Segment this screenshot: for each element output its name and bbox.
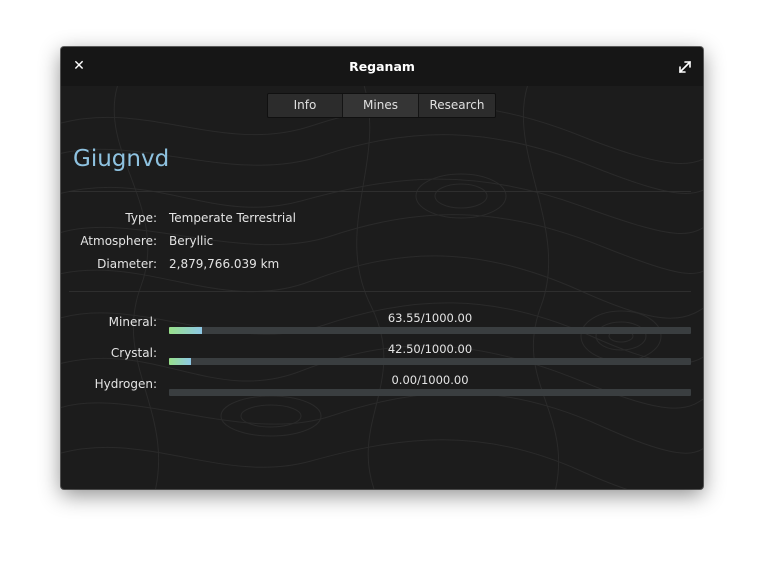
hydrogen-progress-bar bbox=[169, 389, 691, 396]
tab-mines[interactable]: Mines bbox=[343, 94, 419, 117]
divider bbox=[69, 291, 691, 292]
crystal-progress-bar bbox=[169, 358, 691, 365]
hydrogen-value: 0.00/1000.00 bbox=[391, 373, 469, 387]
crystal-value: 42.50/1000.00 bbox=[387, 342, 473, 356]
mineral-progress-fill bbox=[169, 327, 203, 334]
mineral-progress-bar bbox=[169, 327, 691, 334]
diameter-value: 2,879,766.039 km bbox=[169, 257, 280, 271]
hydrogen-label: Hydrogen: bbox=[94, 377, 157, 391]
close-icon[interactable]: ✕ bbox=[71, 58, 87, 74]
type-label: Type: bbox=[125, 211, 157, 225]
type-value: Temperate Terrestrial bbox=[169, 211, 296, 225]
tab-bar: Info Mines Research bbox=[267, 93, 496, 118]
crystal-progress-fill bbox=[169, 358, 192, 365]
atmosphere-label: Atmosphere: bbox=[80, 234, 157, 248]
planet-name: Giugnvd bbox=[73, 146, 170, 172]
planet-window: Reganam ✕ Info Mines Research Giugnvd Ty… bbox=[61, 47, 703, 489]
diameter-label: Diameter: bbox=[97, 257, 157, 271]
divider bbox=[69, 191, 691, 192]
atmosphere-value: Beryllic bbox=[169, 234, 214, 248]
mineral-label: Mineral: bbox=[108, 315, 157, 329]
window-title: Reganam bbox=[349, 59, 415, 74]
tab-research[interactable]: Research bbox=[419, 94, 495, 117]
maximize-icon[interactable] bbox=[677, 59, 693, 75]
tab-info[interactable]: Info bbox=[268, 94, 343, 117]
mineral-value: 63.55/1000.00 bbox=[387, 311, 473, 325]
crystal-label: Crystal: bbox=[110, 346, 157, 360]
title-bar[interactable]: Reganam ✕ bbox=[61, 47, 703, 86]
